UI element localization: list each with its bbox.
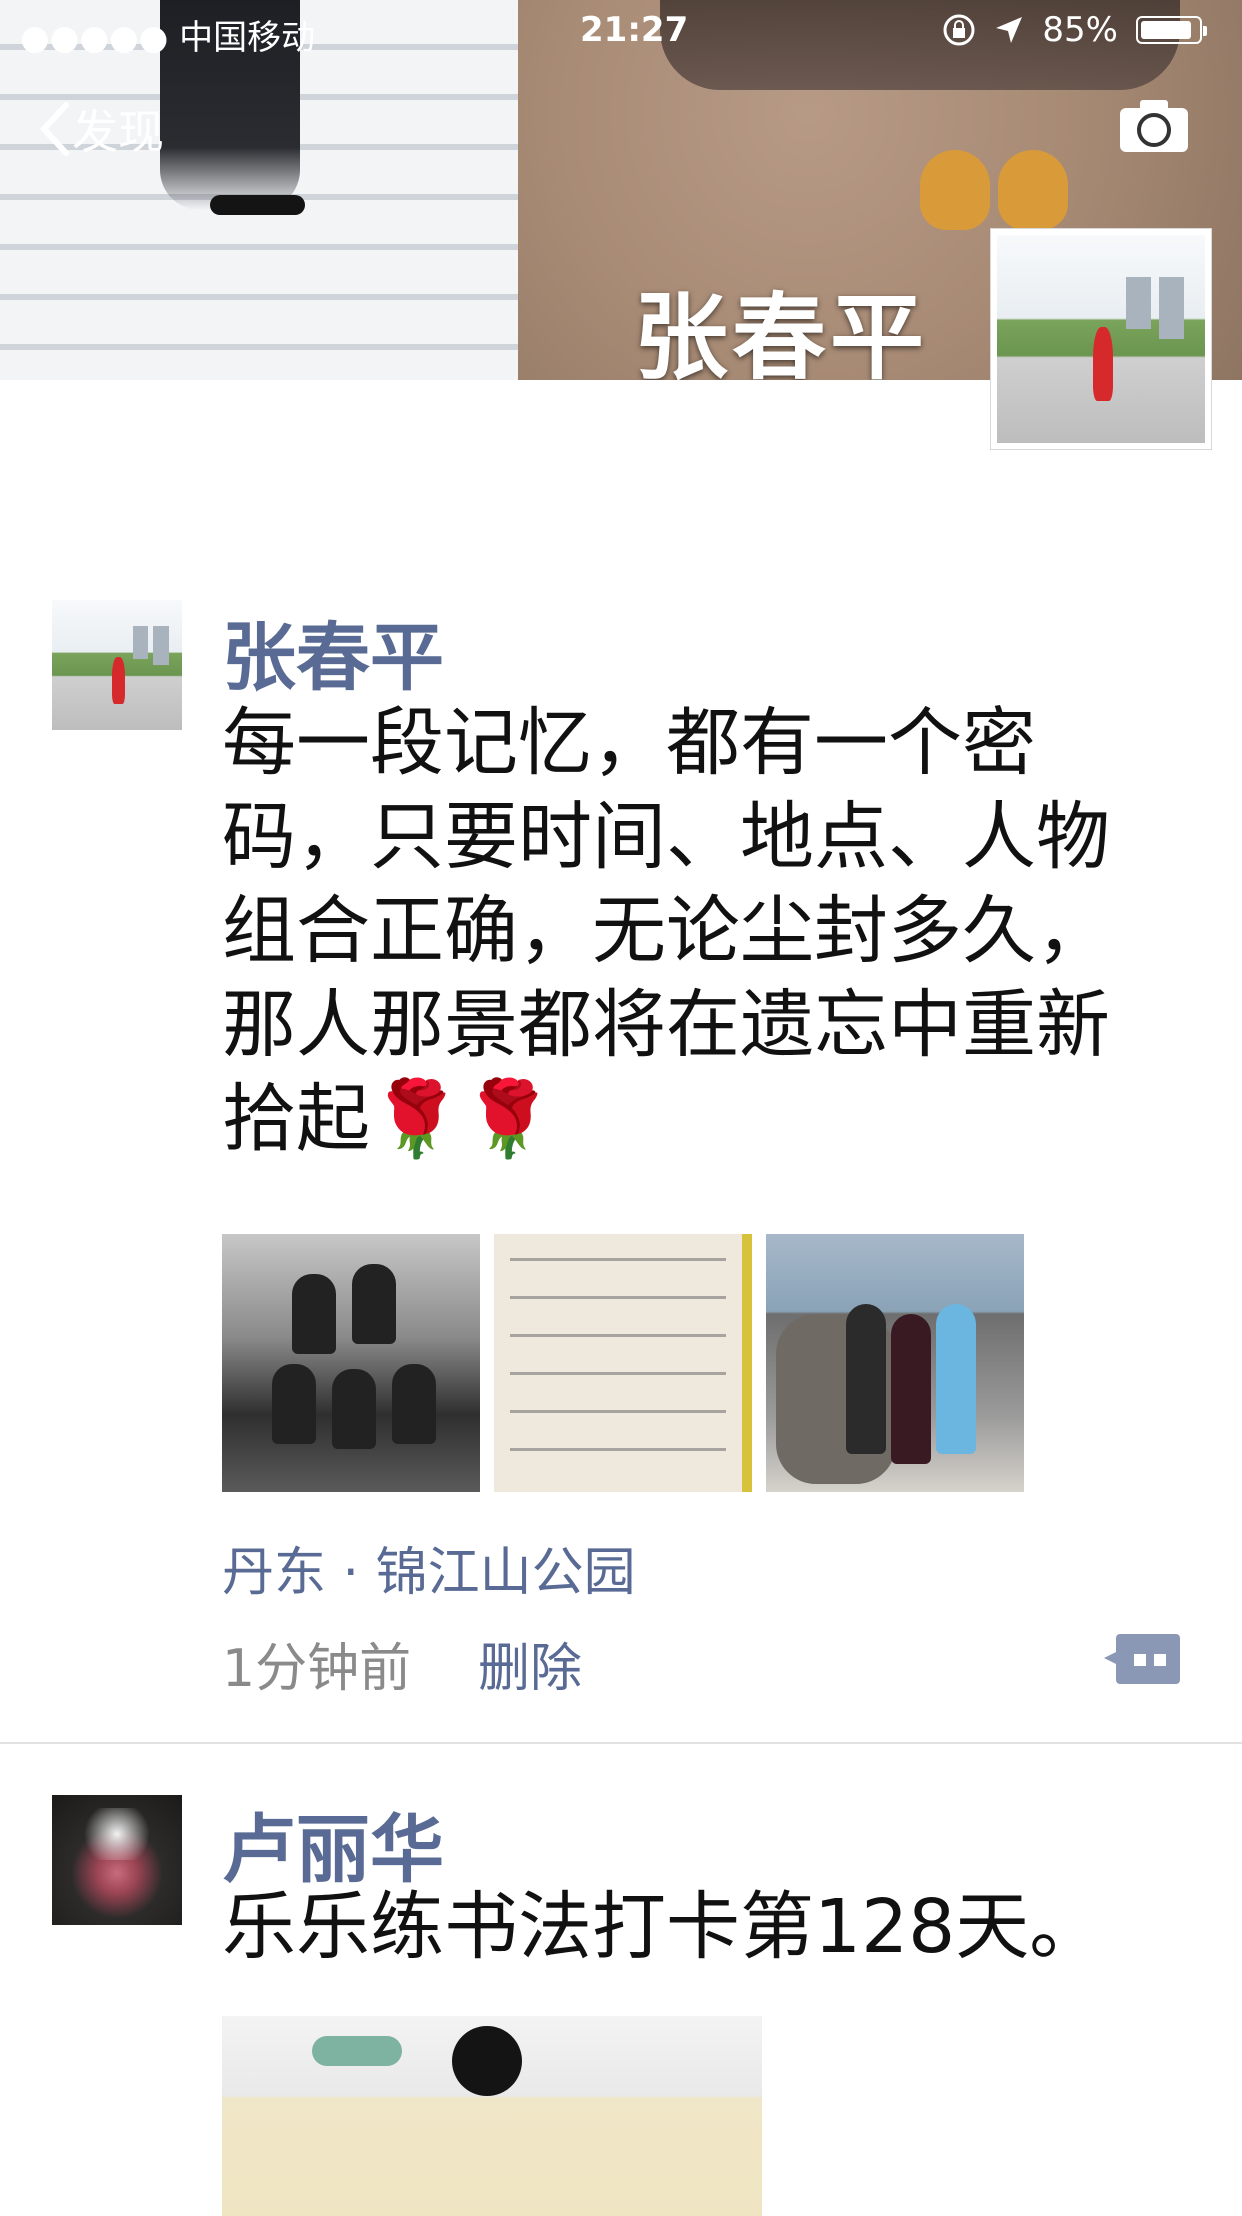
post-photo[interactable] xyxy=(222,1234,480,1492)
comment-icon[interactable] xyxy=(1104,1632,1180,1686)
camera-icon[interactable] xyxy=(1118,98,1190,154)
post-photo-grid xyxy=(222,1234,1024,1492)
post-avatar[interactable] xyxy=(52,1795,182,1925)
post-photo[interactable] xyxy=(766,1234,1024,1492)
post-author[interactable]: 张春平 xyxy=(222,598,444,705)
post-text: 乐乐练书法打卡第128天。 xyxy=(222,1884,1104,1970)
battery-percent: 85% xyxy=(1042,10,1118,50)
post-timestamp: 1分钟前 xyxy=(222,1639,412,1699)
battery-icon xyxy=(1136,16,1207,44)
post-photo[interactable] xyxy=(222,2016,762,2216)
back-label: 发现 xyxy=(72,105,164,159)
back-button[interactable]: 发现 xyxy=(36,96,164,162)
feed-post: 卢丽华 乐乐练书法打卡第128天。 xyxy=(0,1740,1242,2216)
moments-feed[interactable]: 张春平 每一段记忆，都有一个密码，只要时间、地点、人物组合正确，无论尘封多久，那… xyxy=(0,380,1242,2216)
orientation-lock-icon xyxy=(943,14,975,46)
post-avatar[interactable] xyxy=(52,600,182,730)
carrier-label: ●●●●● 中国移动 xyxy=(20,18,316,58)
cover-sandals xyxy=(920,150,1070,230)
cover-username: 张春平 xyxy=(634,284,929,380)
clock: 21:27 xyxy=(580,10,689,50)
feed-post: 张春平 每一段记忆，都有一个密码，只要时间、地点、人物组合正确，无论尘封多久，那… xyxy=(0,380,1242,1744)
delete-button[interactable]: 删除 xyxy=(478,1626,582,1701)
chevron-left-icon xyxy=(39,102,69,156)
status-bar: ●●●●● 中国移动 21:27 85% xyxy=(0,0,1242,60)
post-location[interactable]: 丹东 · 锦江山公园 xyxy=(222,1530,636,1605)
post-photo[interactable] xyxy=(494,1234,752,1492)
post-text: 每一段记忆，都有一个密码，只要时间、地点、人物组合正确，无论尘封多久，那人那景都… xyxy=(222,700,1110,1162)
cover-shoe xyxy=(210,195,305,215)
location-arrow-icon xyxy=(996,17,1023,43)
